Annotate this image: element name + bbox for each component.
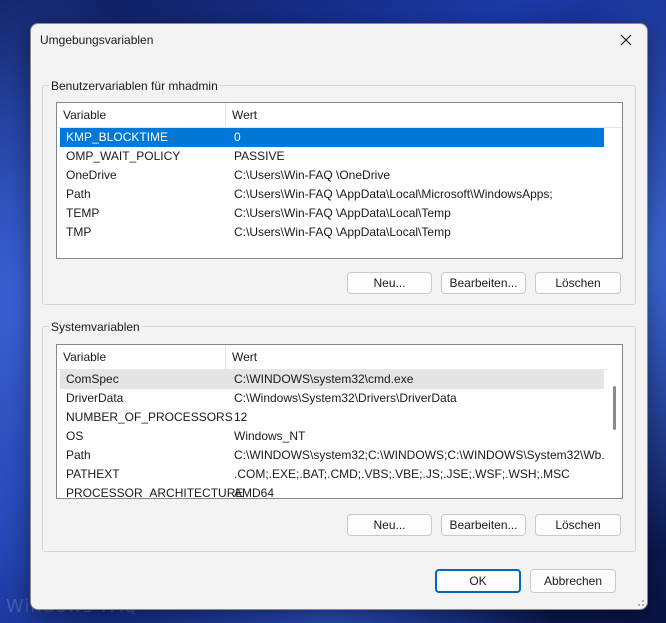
variable-value: C:\Windows\System32\Drivers\DriverData [234, 391, 457, 405]
variable-name: NUMBER_OF_PROCESSORS [66, 410, 233, 424]
variable-name: Path [66, 448, 91, 462]
list-item[interactable]: NUMBER_OF_PROCESSORS 12 [60, 408, 604, 427]
variable-name: OS [66, 429, 84, 443]
resize-grip-icon[interactable] [635, 597, 645, 607]
variable-name: PROCESSOR_ARCHITECTURE [66, 486, 244, 499]
close-button[interactable] [613, 28, 639, 52]
variable-name: ComSpec [66, 372, 119, 386]
system-variables-label: Systemvariablen [49, 320, 142, 334]
variable-name: TEMP [66, 206, 100, 220]
system-edit-button[interactable]: Bearbeiten... [441, 514, 526, 536]
list-item[interactable]: TEMP C:\Users\Win-FAQ \AppData\Local\Tem… [60, 204, 604, 223]
list-header: Variable Wert [57, 103, 622, 128]
system-new-button[interactable]: Neu... [347, 514, 432, 536]
user-variables-label: Benutzervariablen für mhadmin [49, 79, 220, 93]
user-new-button[interactable]: Neu... [347, 272, 432, 294]
variable-value: C:\Users\Win-FAQ \AppData\Local\Temp [234, 225, 451, 239]
variable-name: PATHEXT [66, 467, 120, 481]
scroll-thumb[interactable] [613, 386, 616, 430]
dialog-title: Umgebungsvariablen [40, 33, 154, 47]
variable-value: C:\Users\Win-FAQ \AppData\Local\Temp [234, 206, 451, 220]
variable-value: AMD64 [234, 486, 275, 499]
list-item[interactable]: KMP_BLOCKTIME 0 [60, 128, 604, 147]
list-item[interactable]: ComSpec C:\WINDOWS\system32\cmd.exe [60, 370, 604, 389]
variable-value: C:\Users\Win-FAQ \OneDrive [234, 168, 391, 182]
variable-name: DriverData [66, 391, 124, 405]
variable-value: Windows_NT [234, 429, 306, 443]
list-item[interactable]: OMP_WAIT_POLICY PASSIVE [60, 147, 604, 166]
variable-name: TMP [66, 225, 92, 239]
variable-value: PASSIVE [234, 149, 285, 163]
close-icon [620, 34, 632, 46]
list-header: Variable Wert [57, 345, 622, 370]
variable-value: 0 [234, 130, 241, 144]
user-delete-button[interactable]: Löschen [535, 272, 621, 294]
ok-button[interactable]: OK [435, 569, 521, 593]
variable-name: OMP_WAIT_POLICY [66, 149, 181, 163]
variable-value: 12 [234, 410, 248, 424]
list-item[interactable]: DriverData C:\Windows\System32\Drivers\D… [60, 389, 604, 408]
variable-value: C:\WINDOWS\system32\cmd.exe [234, 372, 414, 386]
column-value[interactable]: Wert [226, 103, 622, 127]
list-item[interactable]: PATHEXT .COM;.EXE;.BAT;.CMD;.VBS;.VBE;.J… [60, 465, 604, 484]
column-value[interactable]: Wert [226, 345, 606, 369]
list-item[interactable]: TMP C:\Users\Win-FAQ \AppData\Local\Temp [60, 223, 604, 242]
vertical-scrollbar[interactable] [608, 369, 622, 498]
system-variables-list[interactable]: Variable Wert ComSpec C:\WINDOWS\system3… [56, 344, 623, 499]
variable-name: OneDrive [66, 168, 117, 182]
variable-name: KMP_BLOCKTIME [66, 130, 169, 144]
list-item[interactable]: PROCESSOR_ARCHITECTURE AMD64 [60, 484, 604, 499]
variable-name: Path [66, 187, 91, 201]
variable-value: .COM;.EXE;.BAT;.CMD;.VBS;.VBE;.JS;.JSE;.… [234, 467, 570, 481]
user-variables-list[interactable]: Variable Wert KMP_BLOCKTIME 0 OMP_WAIT_P… [56, 102, 623, 259]
variable-value: C:\Users\Win-FAQ \AppData\Local\Microsof… [234, 187, 553, 201]
user-edit-button[interactable]: Bearbeiten... [441, 272, 526, 294]
list-item[interactable]: Path C:\WINDOWS\system32;C:\WINDOWS;C:\W… [60, 446, 604, 465]
list-item[interactable]: Path C:\Users\Win-FAQ \AppData\Local\Mic… [60, 185, 604, 204]
column-variable[interactable]: Variable [57, 345, 226, 369]
system-delete-button[interactable]: Löschen [535, 514, 621, 536]
variable-value: C:\WINDOWS\system32;C:\WINDOWS;C:\WINDOW… [234, 448, 604, 462]
environment-variables-dialog: Umgebungsvariablen Benutzervariablen für… [30, 23, 648, 610]
list-item[interactable]: OS Windows_NT [60, 427, 604, 446]
column-variable[interactable]: Variable [57, 103, 226, 127]
list-item[interactable]: OneDrive C:\Users\Win-FAQ \OneDrive [60, 166, 604, 185]
cancel-button[interactable]: Abbrechen [530, 569, 616, 593]
